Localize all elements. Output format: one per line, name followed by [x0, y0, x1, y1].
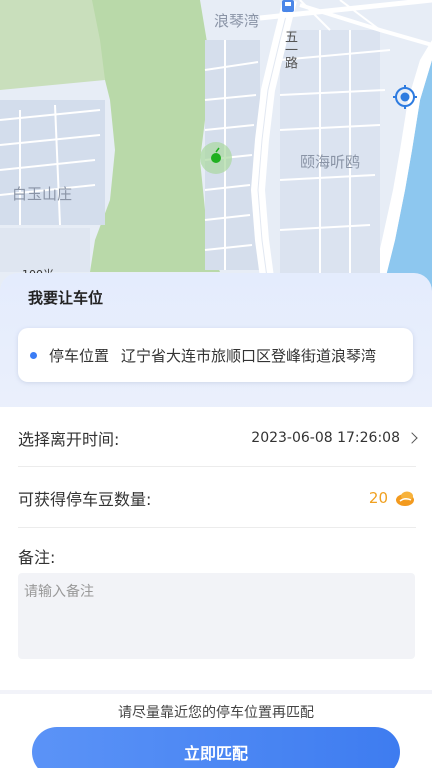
map-canvas: [0, 0, 432, 300]
match-hint: 请尽量靠近您的停车位置再匹配: [118, 705, 314, 721]
map-label-baiyu: 白玉山庄: [12, 185, 73, 203]
chevron-right-icon: [406, 432, 418, 444]
leave-time-value-group[interactable]: 2023-06-08 17:26:08: [251, 430, 418, 446]
beans-label: 可获得停车豆数量:: [18, 490, 152, 509]
bottom-bar: 请尽量靠近您的停车位置再匹配 立即匹配: [0, 694, 432, 768]
sheet-title: 我要让车位: [28, 289, 104, 307]
map-label-langqinwan: 浪琴湾: [214, 12, 260, 30]
beans-count: 20: [368, 489, 388, 507]
leave-time-label: 选择离开时间:: [18, 430, 120, 449]
map-view[interactable]: 浪琴湾 五一路 颐海听鸥 白玉山庄 100米: [0, 0, 432, 300]
form-panel: 选择离开时间: 2023-06-08 17:26:08 可获得停车豆数量: 20…: [0, 407, 432, 690]
map-label-yihai: 颐海听鸥: [300, 153, 361, 171]
parking-location-card[interactable]: 停车位置 辽宁省大连市旅顺口区登峰街道浪琴湾: [18, 328, 413, 382]
remark-input[interactable]: [18, 573, 415, 659]
locate-icon: [393, 85, 417, 109]
location-label: 停车位置: [49, 346, 110, 365]
location-value: 辽宁省大连市旅顺口区登峰街道浪琴湾: [121, 346, 377, 365]
bean-icon: [396, 491, 414, 506]
divider: [18, 527, 416, 528]
remark-row: 备注:: [18, 543, 416, 569]
location-dot-icon: [30, 351, 37, 359]
leave-time-value: 2023-06-08 17:26:08: [251, 430, 400, 446]
map-label-road: 五一路: [282, 30, 297, 69]
locate-me-button[interactable]: [391, 83, 419, 111]
beans-value-group: 20: [369, 487, 416, 509]
remark-label: 备注:: [18, 548, 56, 567]
beans-row: 可获得停车豆数量: 20: [18, 483, 416, 513]
divider: [18, 466, 416, 467]
match-now-button[interactable]: 立即匹配: [32, 727, 400, 768]
leave-time-row[interactable]: 选择离开时间: 2023-06-08 17:26:08: [18, 423, 418, 453]
